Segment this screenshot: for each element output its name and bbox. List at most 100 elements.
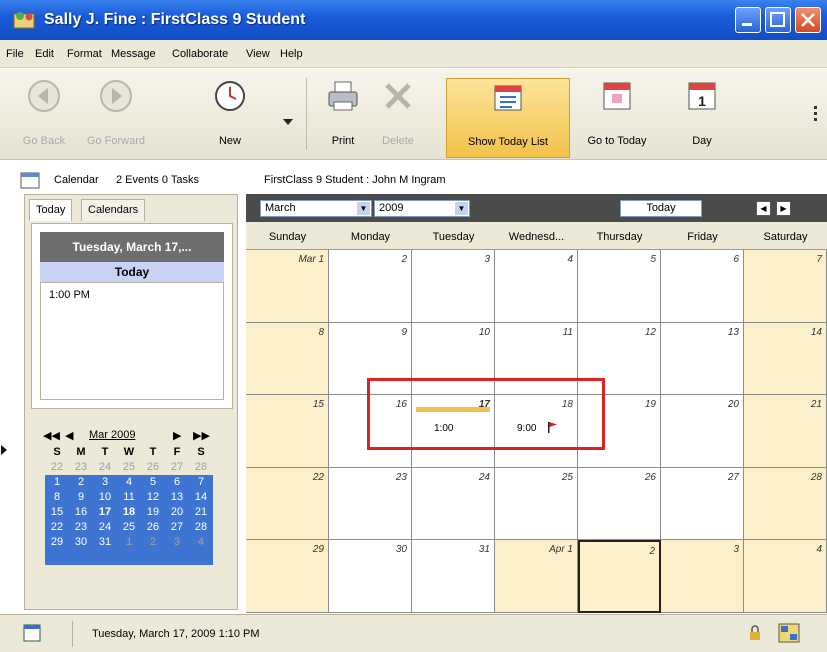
print-button[interactable]: Print <box>318 68 368 160</box>
collapse-arrow-icon[interactable] <box>1 445 9 455</box>
mini-first-button[interactable]: ◀◀ <box>43 429 60 442</box>
mini-day[interactable]: 18 <box>117 505 141 520</box>
mini-day[interactable]: 24 <box>93 520 117 535</box>
mini-day[interactable]: 5 <box>141 475 165 490</box>
mini-next-button[interactable]: ▶ <box>173 429 181 442</box>
minimize-button[interactable] <box>735 7 761 33</box>
mini-day[interactable]: 2 <box>141 535 165 550</box>
prev-month-button[interactable]: ◀ <box>756 201 771 216</box>
year-select[interactable]: 2009 ▼ <box>374 200 470 217</box>
day-cell[interactable]: 3 <box>412 250 495 323</box>
mini-day[interactable]: 6 <box>165 475 189 490</box>
day-cell[interactable]: 30 <box>329 540 412 613</box>
mini-day[interactable]: 12 <box>141 490 165 505</box>
mini-day[interactable]: 7 <box>189 475 213 490</box>
day-cell[interactable]: 20 <box>661 395 744 468</box>
menu-view[interactable]: View <box>246 48 270 60</box>
mini-day[interactable]: 4 <box>117 475 141 490</box>
day-cell[interactable]: 31 <box>412 540 495 613</box>
menu-file[interactable]: File <box>6 48 24 60</box>
mini-day[interactable]: 15 <box>45 505 69 520</box>
day-cell[interactable]: 8 <box>246 322 329 396</box>
mini-day[interactable]: 19 <box>141 505 165 520</box>
day-cell[interactable]: 28 <box>744 467 827 541</box>
mini-day[interactable]: 10 <box>93 490 117 505</box>
mini-day[interactable]: 27 <box>165 520 189 535</box>
maximize-button[interactable] <box>765 7 791 33</box>
day-cell[interactable]: 14 <box>744 322 827 396</box>
mini-day[interactable]: 4 <box>189 535 213 550</box>
toolbar-overflow[interactable] <box>808 68 824 160</box>
mini-day[interactable]: 8 <box>45 490 69 505</box>
day-cell[interactable]: 6 <box>661 250 744 323</box>
mini-day[interactable]: 25 <box>117 520 141 535</box>
grid-status-icon[interactable] <box>778 623 800 643</box>
month-select[interactable]: March ▼ <box>260 200 372 217</box>
mini-day[interactable]: 16 <box>69 505 93 520</box>
day-cell[interactable]: 25 <box>495 467 578 541</box>
day-cell[interactable]: 4 <box>495 250 578 323</box>
mini-day[interactable]: 30 <box>69 535 93 550</box>
menu-format[interactable]: Format <box>67 48 102 60</box>
day-cell[interactable]: 4 <box>744 540 827 613</box>
day-cell[interactable]: 3 <box>661 540 744 613</box>
title-bar[interactable]: Sally J. Fine : FirstClass 9 Student <box>0 0 827 40</box>
day-cell[interactable]: 26 <box>578 467 661 541</box>
mini-day[interactable]: 23 <box>69 460 93 475</box>
mini-day[interactable]: 3 <box>93 475 117 490</box>
mini-prev-button[interactable]: ◀ <box>65 429 73 442</box>
mini-day[interactable]: 17 <box>93 505 117 520</box>
go-back-button[interactable]: Go Back <box>12 68 76 160</box>
mini-last-button[interactable]: ▶▶ <box>193 429 210 442</box>
new-button[interactable]: New <box>200 68 260 160</box>
go-to-today-button[interactable]: Go to Today <box>582 68 652 160</box>
day-cell[interactable]: Apr 1 <box>495 540 578 613</box>
mini-day[interactable]: 14 <box>189 490 213 505</box>
menu-edit[interactable]: Edit <box>35 48 54 60</box>
mini-day[interactable]: 1 <box>45 475 69 490</box>
close-button[interactable] <box>795 7 821 33</box>
day-cell[interactable]: 5 <box>578 250 661 323</box>
day-cell[interactable]: 29 <box>246 540 329 613</box>
mini-day[interactable]: 31 <box>93 535 117 550</box>
mini-day[interactable]: 29 <box>45 535 69 550</box>
day-cell[interactable]: 7 <box>744 250 827 323</box>
tab-today[interactable]: Today <box>29 199 73 221</box>
delete-button[interactable]: Delete <box>372 68 424 160</box>
menu-help[interactable]: Help <box>280 48 303 60</box>
mini-day[interactable]: 28 <box>189 460 213 475</box>
mini-day[interactable]: 24 <box>93 460 117 475</box>
new-dropdown[interactable] <box>278 68 298 160</box>
day-cell[interactable]: 15 <box>246 395 329 468</box>
day-cell[interactable]: 27 <box>661 467 744 541</box>
day-cell[interactable]: 23 <box>329 467 412 541</box>
day-view-button[interactable]: 1 Day <box>674 68 730 160</box>
mini-day[interactable]: 9 <box>69 490 93 505</box>
mini-day[interactable]: 27 <box>165 460 189 475</box>
day-cell[interactable]: 2 <box>329 250 412 323</box>
day-cell[interactable]: 24 <box>412 467 495 541</box>
mini-day[interactable]: 22 <box>45 460 69 475</box>
day-cell[interactable]: 2 <box>578 540 661 613</box>
mini-month-label[interactable]: Mar 2009 <box>89 429 135 441</box>
menu-message[interactable]: Message <box>111 48 156 60</box>
day-cell[interactable]: 13 <box>661 322 744 396</box>
mini-day[interactable]: 13 <box>165 490 189 505</box>
show-today-list-button[interactable]: Show Today List <box>446 78 570 158</box>
mini-day[interactable]: 23 <box>69 520 93 535</box>
mini-day[interactable]: 25 <box>117 460 141 475</box>
menu-collaborate[interactable]: Collaborate <box>172 48 228 60</box>
mini-day[interactable]: 3 <box>165 535 189 550</box>
day-cell[interactable]: 21 <box>744 395 827 468</box>
today-item[interactable]: 1:00 PM <box>49 289 90 301</box>
mini-day[interactable]: 20 <box>165 505 189 520</box>
mini-day[interactable]: 21 <box>189 505 213 520</box>
mini-day[interactable]: 26 <box>141 520 165 535</box>
go-forward-button[interactable]: Go Forward <box>72 68 160 160</box>
calendar-today-button[interactable]: Today <box>620 200 702 217</box>
mini-day[interactable]: 22 <box>45 520 69 535</box>
mini-day[interactable]: 28 <box>189 520 213 535</box>
tab-calendars[interactable]: Calendars <box>81 199 146 221</box>
next-month-button[interactable]: ▶ <box>776 201 791 216</box>
mini-day[interactable]: 26 <box>141 460 165 475</box>
